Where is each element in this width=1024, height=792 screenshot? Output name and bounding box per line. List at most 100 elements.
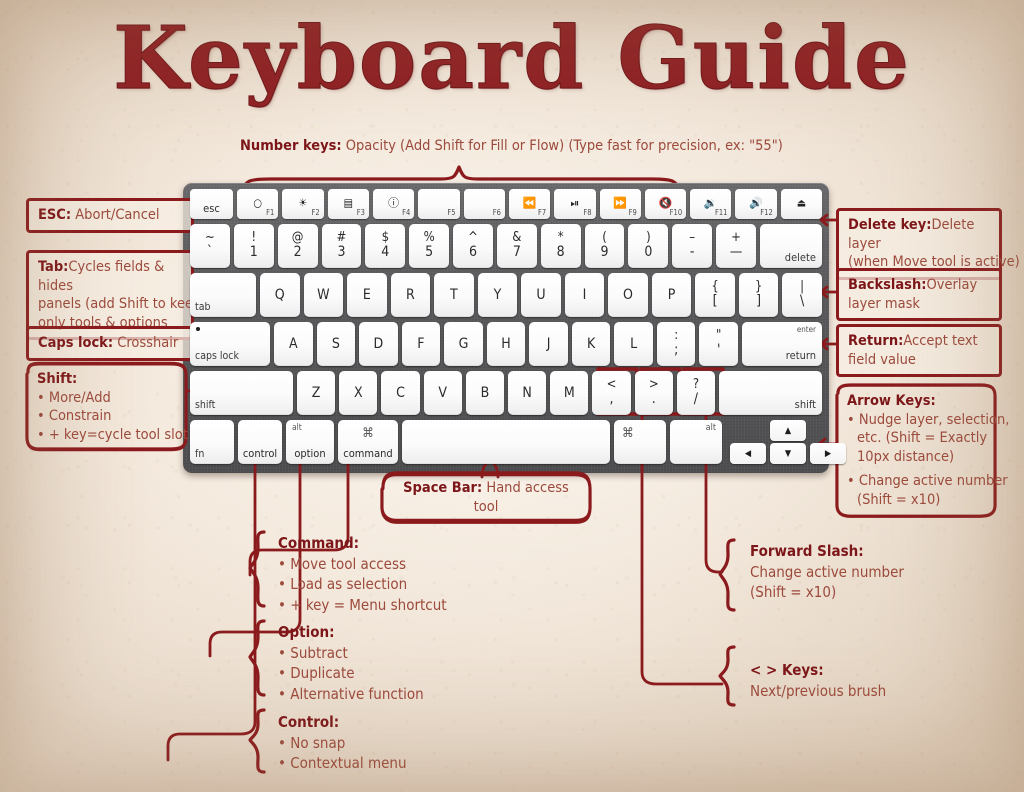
- f8-key[interactable]: ⏯ F8: [554, 189, 596, 219]
- control-item-2: • Contextual menu: [278, 754, 407, 773]
- key-4[interactable]: $4: [365, 224, 406, 268]
- option-item-1: • Subtract: [278, 643, 348, 662]
- option-key[interactable]: alt option: [286, 420, 334, 464]
- key-s[interactable]: S: [316, 322, 356, 366]
- option-annotation-label: Option:: [278, 623, 335, 641]
- arrow-down-key[interactable]: ▼: [770, 443, 806, 464]
- f6-key[interactable]: F6: [463, 189, 505, 219]
- f2-key[interactable]: ☀ F2: [282, 189, 324, 219]
- key-l[interactable]: L: [614, 322, 653, 366]
- space-bar[interactable]: [402, 420, 610, 464]
- arrow-annotation-label: Arrow Keys:: [847, 393, 936, 409]
- arrow-item-1-line2: etc. (Shift = Exactly: [857, 430, 988, 447]
- esc-annotation-label: ESC:: [38, 207, 72, 223]
- key-3[interactable]: #3: [321, 224, 362, 268]
- delete-key[interactable]: delete: [759, 224, 822, 268]
- period-key[interactable]: >.: [634, 371, 673, 415]
- key-n[interactable]: N: [508, 371, 547, 415]
- key-z[interactable]: Z: [297, 371, 336, 415]
- f12-key[interactable]: 🔊 F12: [735, 189, 777, 219]
- key-a[interactable]: A: [274, 322, 313, 366]
- key-c[interactable]: C: [381, 371, 420, 415]
- key-v[interactable]: V: [423, 371, 462, 415]
- esc-key[interactable]: esc: [190, 189, 233, 219]
- key-d[interactable]: D: [359, 322, 398, 366]
- arrow-item-1-line1: • Nudge layer, selection,: [847, 411, 1010, 428]
- key-w[interactable]: W: [303, 273, 344, 317]
- command-key[interactable]: ⌘ command: [338, 420, 398, 464]
- return-annotation-label: Return:: [848, 333, 904, 349]
- arrow-right-key[interactable]: ▶: [810, 443, 846, 464]
- brightness-down-icon: ○: [253, 196, 262, 210]
- key-h[interactable]: H: [486, 322, 526, 366]
- f11-key[interactable]: 🔉 F11: [690, 189, 732, 219]
- quote-key[interactable]: " ': [699, 322, 739, 366]
- left-bracket-key[interactable]: {[: [695, 273, 735, 317]
- key-8[interactable]: * 8: [540, 224, 581, 268]
- key-f[interactable]: F: [401, 322, 441, 366]
- key-b[interactable]: B: [465, 371, 505, 415]
- keyboard-bottom-row: fn control alt option ⌘ command ⌘ alt ◀ …: [190, 420, 846, 464]
- shift-annotation-inner: Shift: • More/Add • Constrain • + key=cy…: [37, 370, 188, 444]
- keyboard-home-row: caps lock A S D F G H J K L :; " ' enter …: [190, 322, 823, 366]
- f9-key[interactable]: ⏩ F9: [599, 189, 641, 219]
- fast-forward-icon: ⏩: [613, 196, 627, 210]
- brightness-up-icon: ☀: [298, 196, 308, 210]
- key-y[interactable]: Y: [477, 273, 518, 317]
- return-key[interactable]: enter return: [742, 322, 823, 366]
- control-annotation-label: Control:: [278, 713, 340, 731]
- key-x[interactable]: X: [339, 371, 378, 415]
- eject-key[interactable]: ⏏: [780, 189, 823, 219]
- caps-lock-key[interactable]: caps lock: [190, 322, 270, 366]
- key-t[interactable]: T: [434, 273, 474, 317]
- key-i[interactable]: I: [564, 273, 605, 317]
- tab-key[interactable]: tab: [190, 273, 256, 317]
- f5-key[interactable]: F5: [418, 189, 460, 219]
- key-7[interactable]: & 7: [496, 224, 537, 268]
- key-j[interactable]: J: [529, 322, 568, 366]
- command-right-key[interactable]: ⌘: [614, 420, 666, 464]
- backslash-key[interactable]: | \: [782, 273, 822, 317]
- key-9[interactable]: (9: [584, 224, 625, 268]
- fn-key[interactable]: fn: [190, 420, 234, 464]
- key-o[interactable]: O: [608, 273, 648, 317]
- semicolon-key[interactable]: :;: [656, 322, 696, 366]
- space-annotation-label: Space Bar:: [403, 480, 483, 496]
- f7-key[interactable]: ⏪ F7: [508, 189, 551, 219]
- equals-key[interactable]: + —: [716, 224, 756, 268]
- eject-icon: ⏏: [796, 196, 807, 210]
- key-g[interactable]: G: [444, 322, 483, 366]
- key-e[interactable]: E: [347, 273, 387, 317]
- keyboard-number-row: ~ ` ! 1 @2 #3 $4 % 5 ^ 6 & 7 * 8 (9 ) 0 – - + — d…: [190, 224, 822, 268]
- right-bracket-key[interactable]: }]: [738, 273, 779, 317]
- alt-right-key[interactable]: alt: [670, 420, 722, 464]
- slash-key[interactable]: ? /: [676, 371, 716, 415]
- key-u[interactable]: U: [521, 273, 561, 317]
- keyboard-function-row: esc ○ F1 ☀ F2 ▤ F3 ⓘ F4 F5 F6 ⏪ F7 ⏯ F8 …: [190, 189, 823, 219]
- comma-key[interactable]: <,: [592, 371, 631, 415]
- key-m[interactable]: M: [550, 371, 589, 415]
- arrow-item-2-line1: • Change active number: [847, 473, 1008, 490]
- key-k[interactable]: K: [571, 322, 611, 366]
- arrow-left-key[interactable]: ◀: [730, 443, 766, 464]
- control-key[interactable]: control: [238, 420, 282, 464]
- right-shift-key[interactable]: shift: [719, 371, 823, 415]
- f1-key[interactable]: ○ F1: [237, 189, 279, 219]
- key-q[interactable]: Q: [260, 273, 300, 317]
- key-6[interactable]: ^ 6: [453, 224, 493, 268]
- backtick-key[interactable]: ~ `: [190, 224, 230, 268]
- f3-key[interactable]: ▤ F3: [327, 189, 369, 219]
- backslash-annotation-label: Backslash:: [848, 277, 927, 293]
- key-r[interactable]: R: [390, 273, 431, 317]
- minus-key[interactable]: – -: [672, 224, 713, 268]
- arrow-up-key[interactable]: ▲: [770, 420, 806, 441]
- key-2[interactable]: @2: [277, 224, 318, 268]
- key-5[interactable]: % 5: [409, 224, 450, 268]
- command-annotation-label: Command:: [278, 534, 360, 552]
- f4-key[interactable]: ⓘ F4: [372, 189, 415, 219]
- f10-key[interactable]: 🔇 F10: [644, 189, 687, 219]
- key-0[interactable]: ) 0: [628, 224, 669, 268]
- key-p[interactable]: P: [651, 273, 692, 317]
- left-shift-key[interactable]: shift: [190, 371, 293, 415]
- key-1[interactable]: ! 1: [233, 224, 274, 268]
